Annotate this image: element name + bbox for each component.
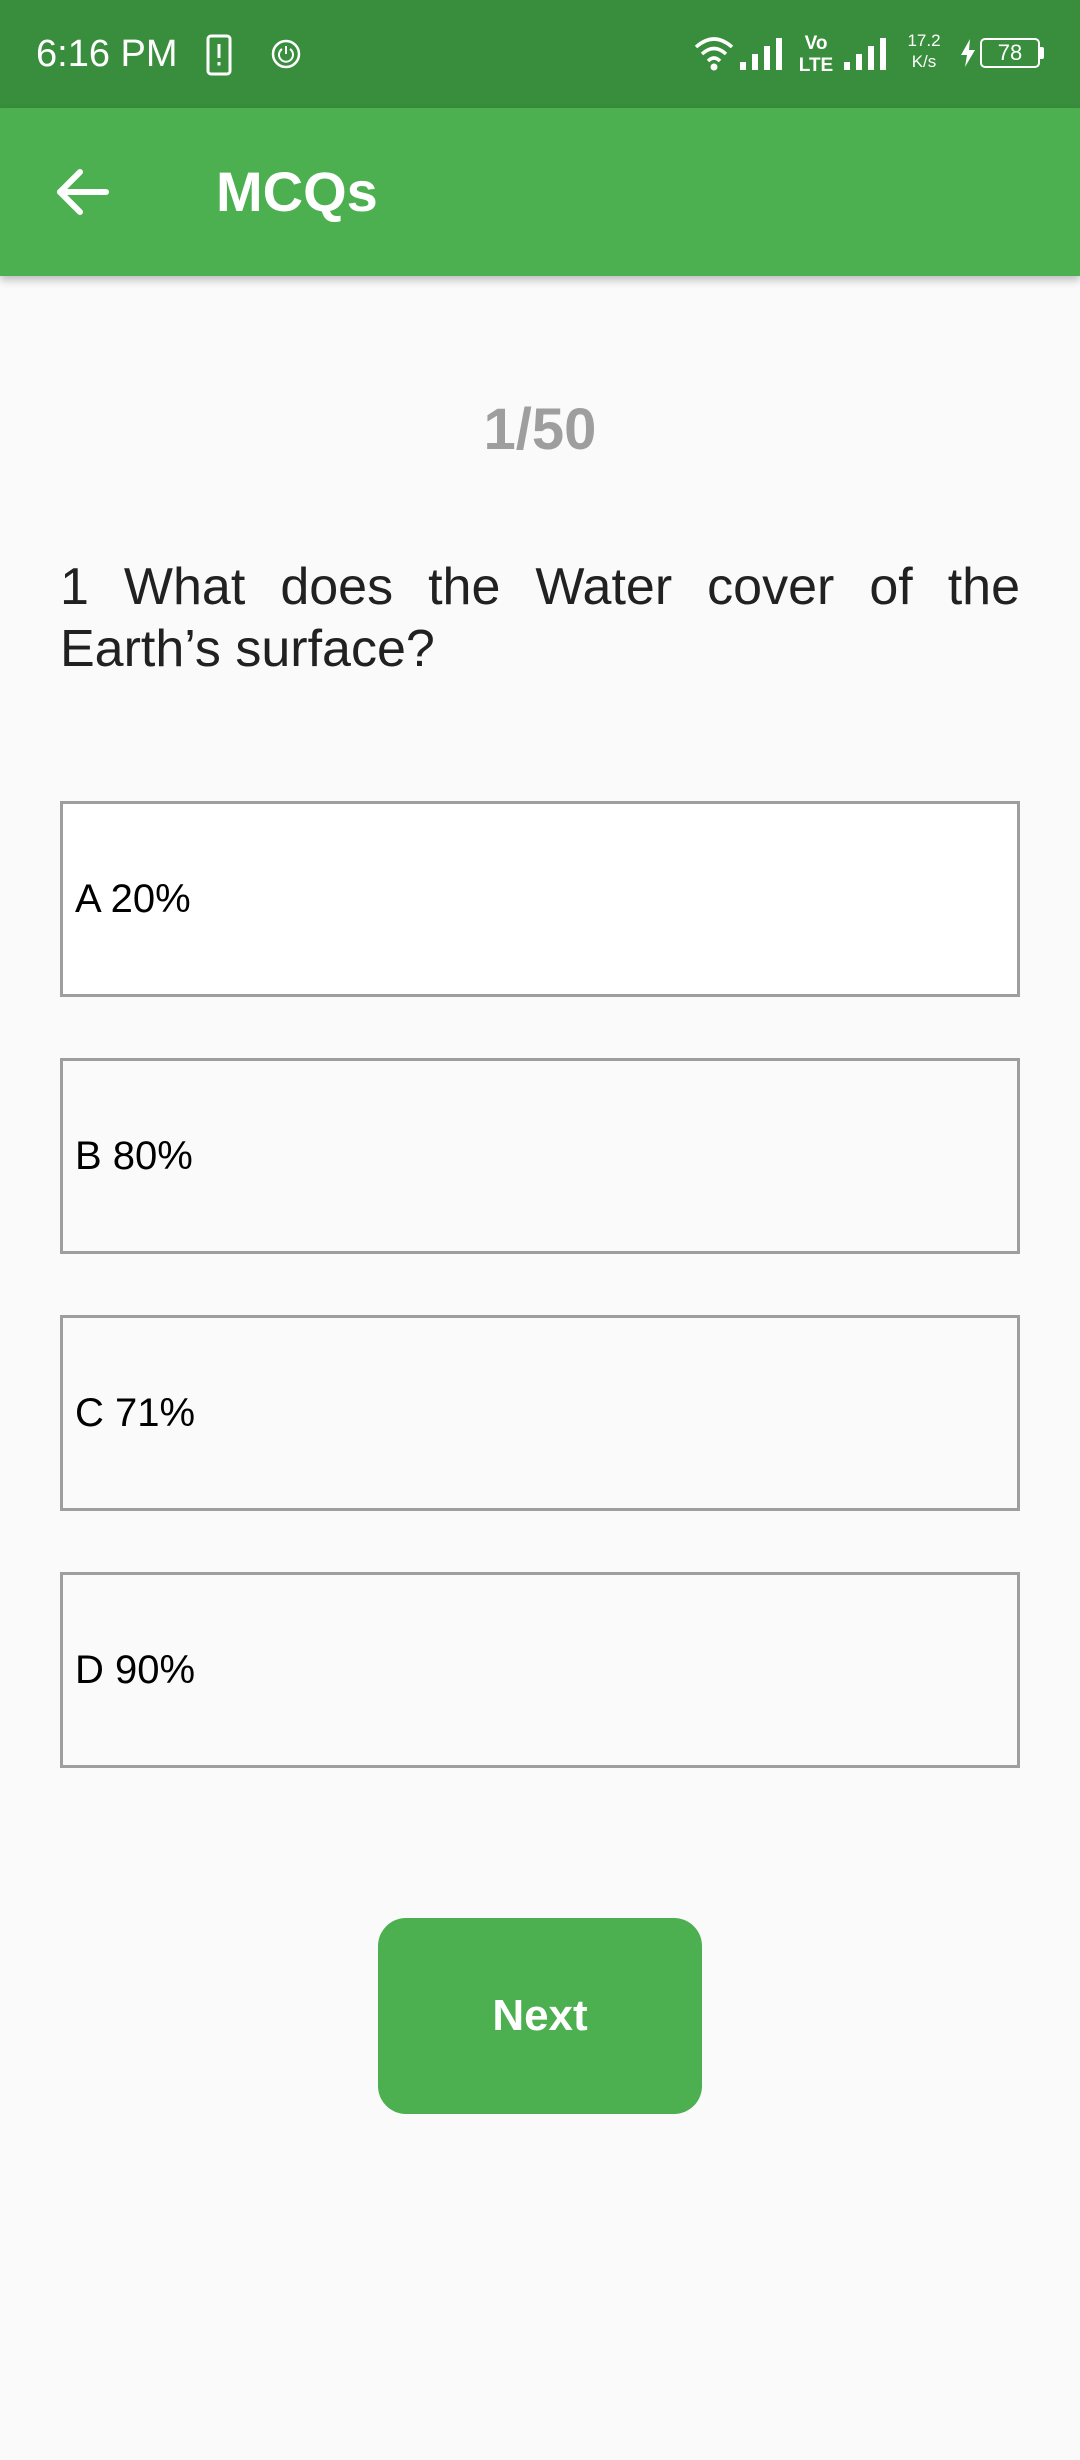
question-text: 1 What does the Water cover of the Earth…: [60, 558, 1020, 678]
signal-strength-icon: [740, 38, 782, 70]
charging-icon: [961, 39, 975, 67]
app-bar: MCQs: [0, 108, 1080, 276]
status-time: 6:16 PM: [36, 33, 178, 75]
option-d[interactable]: D 90%: [60, 1572, 1020, 1768]
battery-tip: [1040, 47, 1044, 59]
battery-icon: 78: [980, 38, 1040, 68]
wifi-icon: [694, 37, 734, 71]
svg-text:LTE: LTE: [799, 55, 833, 74]
arrow-back-icon: [57, 169, 109, 215]
status-bar: 6:16 PM Vo LTE 17.2 K/s 78: [0, 0, 1080, 108]
option-c[interactable]: C 71%: [60, 1315, 1020, 1511]
phone-alert-icon: [206, 34, 232, 76]
option-b-label: B 80%: [75, 1134, 193, 1178]
option-a[interactable]: A 20%: [60, 801, 1020, 997]
option-a-label: A 20%: [75, 877, 191, 921]
option-d-label: D 90%: [75, 1648, 196, 1692]
svg-text:Vo: Vo: [805, 33, 828, 54]
network-speed: 17.2 K/s: [902, 30, 946, 72]
network-speed-unit: K/s: [911, 52, 937, 71]
volte-icon: Vo LTE: [799, 33, 833, 74]
signal-strength-icon-2: [844, 38, 886, 70]
network-speed-value: 17.2: [907, 31, 941, 50]
option-b[interactable]: B 80%: [60, 1058, 1020, 1254]
option-c-label: C 71%: [75, 1391, 196, 1435]
battery-level: 78: [997, 40, 1023, 65]
question-counter: 1/50: [483, 397, 597, 462]
page-title: MCQs: [216, 160, 378, 223]
power-icon: [271, 39, 301, 69]
next-button[interactable]: Next: [378, 1918, 702, 2114]
back-button[interactable]: [40, 150, 124, 234]
